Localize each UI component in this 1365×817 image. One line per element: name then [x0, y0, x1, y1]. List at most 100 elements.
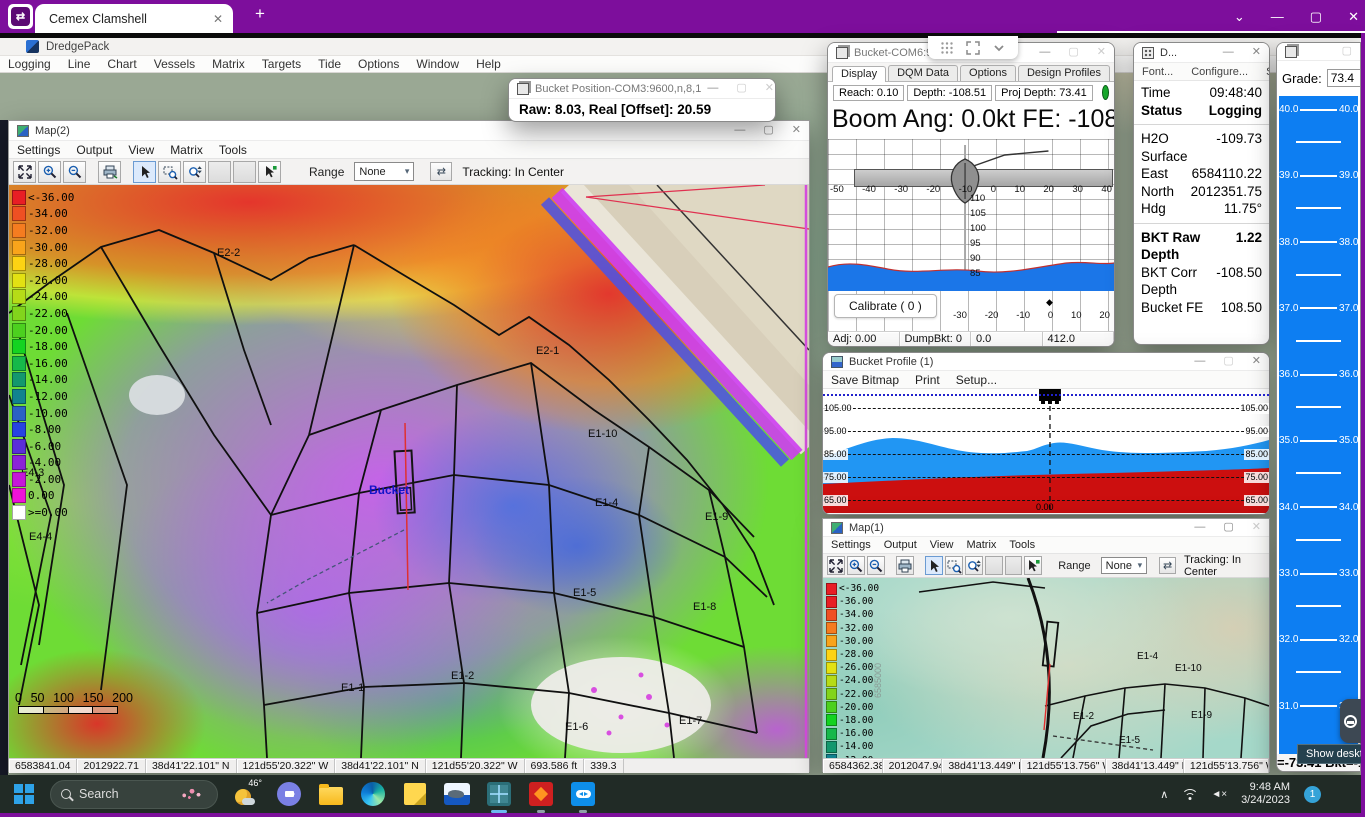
tray-chevron-icon[interactable]: ∧	[1160, 788, 1168, 801]
taskbar-item-hypack[interactable]	[444, 781, 470, 807]
volume-muted-icon[interactable]: ◄×	[1211, 789, 1227, 800]
close-icon[interactable]: ✕	[1252, 47, 1261, 58]
new-tab-button[interactable]: +	[255, 4, 265, 24]
calibrate-button[interactable]: Calibrate ( 0 )	[834, 294, 937, 318]
bucket-profile-titlebar[interactable]: Bucket Profile (1) — ▢ ✕	[823, 353, 1269, 371]
maximize-icon[interactable]: ▢	[1342, 46, 1352, 57]
bucket-position-titlebar[interactable]: Bucket Position-COM3:9600,n,8,1 — ▢ ✕	[509, 79, 775, 99]
start-button[interactable]	[14, 784, 34, 804]
chevron-down-icon[interactable]: ⌄	[1234, 9, 1245, 25]
zoom-out-button[interactable]	[867, 556, 885, 575]
grid-handle-icon[interactable]	[940, 41, 954, 55]
range-dropdown[interactable]: None ▾	[354, 162, 414, 181]
taskbar-item-sticky-notes[interactable]	[402, 781, 428, 807]
menu-item[interactable]: Targets	[262, 57, 301, 71]
menu-item[interactable]: Settings	[831, 539, 871, 551]
pointer-query-button[interactable]	[258, 161, 281, 183]
menu-item[interactable]: Logging	[8, 57, 51, 71]
taskbar-item-logging-app[interactable]	[528, 781, 554, 807]
menu-item[interactable]: Tide	[318, 57, 341, 71]
tab-options[interactable]: Options	[960, 65, 1016, 81]
toolbar-button-disabled[interactable]	[1005, 556, 1023, 575]
menu-item[interactable]: Line	[68, 57, 91, 71]
close-icon[interactable]: ✕	[1252, 356, 1261, 367]
search-box[interactable]: Search	[50, 780, 218, 809]
zoom-extents-button[interactable]	[13, 161, 36, 183]
pointer-tool-button[interactable]	[925, 556, 943, 575]
menu-item[interactable]: Options	[358, 57, 399, 71]
menu-item[interactable]: Help	[476, 57, 501, 71]
close-icon[interactable]: ✕	[1348, 9, 1359, 25]
menu-item[interactable]: Save Bitmap	[831, 373, 899, 387]
minimize-icon[interactable]: —	[1194, 356, 1205, 367]
menu-item[interactable]: Style	[1266, 66, 1270, 78]
maximize-icon[interactable]: ▢	[1223, 356, 1233, 367]
minimize-icon[interactable]: —	[1039, 47, 1050, 58]
menu-item[interactable]: Matrix	[212, 57, 245, 71]
maximize-icon[interactable]: ▢	[736, 83, 746, 94]
taskbar-clock[interactable]: 9:48 AM 3/24/2023	[1241, 781, 1290, 807]
grade-input[interactable]	[1327, 69, 1360, 87]
taskbar-item-explorer[interactable]	[318, 781, 344, 807]
range-dropdown[interactable]: None ▾	[1101, 557, 1148, 574]
wifi-icon[interactable]	[1182, 789, 1197, 800]
map2-titlebar[interactable]: Map(2) — ▢ ✕	[9, 121, 809, 141]
toolbar-button-disabled[interactable]	[985, 556, 1003, 575]
menu-item[interactable]: Output	[76, 143, 112, 157]
tab-dqm-data[interactable]: DQM Data	[888, 65, 958, 81]
toolbar-button-disabled[interactable]	[233, 161, 256, 183]
close-icon[interactable]: ✕	[1097, 47, 1106, 58]
taskbar-item-dredgepack[interactable]	[486, 781, 512, 807]
pointer-query-button[interactable]	[1024, 556, 1042, 575]
taskbar-item-teamviewer[interactable]	[570, 781, 596, 807]
menu-item[interactable]: Tools	[1009, 539, 1035, 551]
menu-item[interactable]: Tools	[219, 143, 247, 157]
data-window-titlebar[interactable]: D... — ✕	[1134, 43, 1269, 63]
minimize-icon[interactable]: —	[734, 125, 745, 136]
menu-item[interactable]: Font...	[1142, 66, 1173, 78]
menu-item[interactable]: View	[128, 143, 154, 157]
taskbar-item-chat[interactable]	[276, 781, 302, 807]
chevron-down-icon[interactable]	[992, 41, 1006, 55]
matrix-export-button[interactable]	[98, 161, 121, 183]
menu-item[interactable]: Settings	[17, 143, 60, 157]
zoom-window-button[interactable]	[945, 556, 963, 575]
expand-icon[interactable]	[966, 41, 980, 55]
tracking-toggle-button[interactable]: ⇄	[1159, 557, 1176, 574]
zoom-dynamic-button[interactable]	[183, 161, 206, 183]
close-icon[interactable]: ✕	[1252, 522, 1261, 533]
zoom-dynamic-button[interactable]	[965, 556, 983, 575]
map2-canvas[interactable]: <-36.00 -34.00 -32.00 -30.00 -28.00 -26.…	[9, 185, 809, 758]
maximize-icon[interactable]: ▢	[763, 125, 773, 136]
tab-design-profiles[interactable]: Design Profiles	[1018, 65, 1110, 81]
maximize-icon[interactable]: ▢	[1068, 47, 1078, 58]
menu-item[interactable]: View	[930, 539, 954, 551]
menu-item[interactable]: Configure...	[1191, 66, 1248, 78]
tab-close-icon[interactable]: ✕	[213, 12, 223, 26]
pointer-tool-button[interactable]	[133, 161, 156, 183]
toolbar-button-disabled[interactable]	[208, 161, 231, 183]
close-icon[interactable]: ✕	[765, 83, 774, 94]
remote-tab[interactable]: Cemex Clamshell ✕	[35, 4, 233, 33]
zoom-out-button[interactable]	[63, 161, 86, 183]
map1-canvas[interactable]: 6585000 <-36.00 -36.00 -34.00 -32.00	[823, 578, 1269, 758]
minimize-icon[interactable]: —	[1223, 47, 1234, 58]
menu-item[interactable]: Vessels	[154, 57, 195, 71]
menu-item[interactable]: Output	[884, 539, 917, 551]
menu-item[interactable]: Setup...	[956, 373, 997, 387]
notification-badge[interactable]: 1	[1304, 786, 1321, 803]
minimize-icon[interactable]: —	[1194, 522, 1205, 533]
menu-item[interactable]: Matrix	[966, 539, 996, 551]
teamviewer-side-tab[interactable]	[1340, 699, 1361, 743]
tab-display[interactable]: Display	[832, 66, 886, 82]
tracking-toggle-button[interactable]: ⇄	[430, 162, 452, 181]
weather-widget[interactable]: 46°	[234, 781, 260, 807]
maximize-icon[interactable]: ▢	[1223, 522, 1233, 533]
menu-item[interactable]: Matrix	[170, 143, 203, 157]
menu-item[interactable]: Chart	[107, 57, 136, 71]
map1-titlebar[interactable]: Map(1) — ▢ ✕	[823, 519, 1269, 537]
taskbar-item-edge[interactable]	[360, 781, 386, 807]
maximize-icon[interactable]: ▢	[1310, 9, 1322, 25]
minimize-icon[interactable]: —	[707, 83, 718, 94]
zoom-extents-button[interactable]	[827, 556, 845, 575]
